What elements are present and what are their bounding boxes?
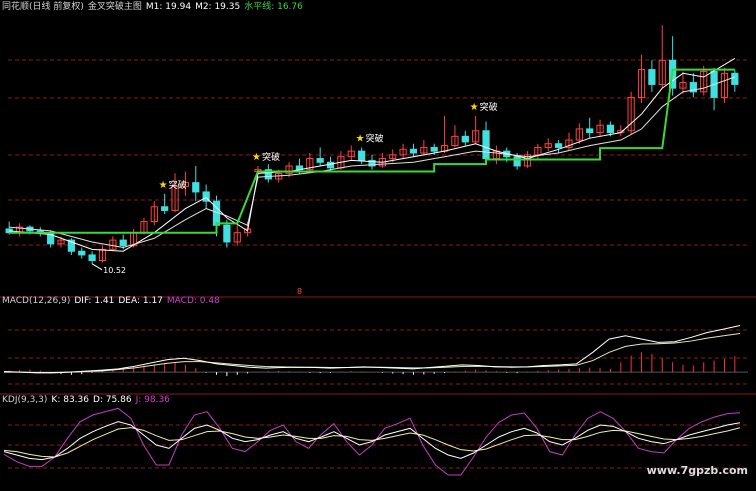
dif-line bbox=[3, 325, 741, 374]
macd-header: MACD(12,26,9) DIF: 1.41 DEA: 1.17 MACD: 0.4… bbox=[2, 296, 224, 307]
macd-title: MACD(12,26,9) bbox=[2, 296, 71, 306]
low-pointer bbox=[91, 263, 103, 271]
candle-down bbox=[731, 72, 739, 85]
candle-down bbox=[606, 124, 615, 134]
m1-value: M1: 19.94 bbox=[145, 2, 192, 12]
watermark: www.7gpzb.com bbox=[646, 464, 748, 477]
chart-stage: ★ 突破 ★ 突破 ★ 突破 ★ 突破 10.52 8 同花顺(日线 前复权) 金叉突破主图 M1: … bbox=[0, 0, 756, 487]
dea-value: DEA: 1.17 bbox=[118, 296, 163, 306]
d-value: D: 75.86 bbox=[92, 395, 132, 405]
breakout-label: 突破 bbox=[480, 101, 498, 113]
candle-down bbox=[161, 206, 169, 211]
candle-down bbox=[586, 128, 594, 134]
k-value: K: 83.36 bbox=[51, 395, 89, 405]
stock-chart: ★ 突破★ 突破★ 突破★ 突破10.528 bbox=[0, 25, 756, 476]
candle-down bbox=[513, 156, 521, 167]
macd-value: MACD: 0.48 bbox=[166, 296, 220, 306]
breakout-star-icon: ★ bbox=[159, 180, 168, 191]
breakout-star-icon: ★ bbox=[356, 133, 365, 144]
low-annotation: 10.52 bbox=[103, 266, 126, 275]
candle-down bbox=[316, 158, 324, 163]
candle-down bbox=[358, 150, 366, 161]
candle-down bbox=[192, 182, 200, 193]
level-line bbox=[9, 68, 735, 234]
mid-marker: 8 bbox=[297, 287, 302, 296]
candle-down bbox=[119, 239, 127, 247]
main-header: 同花顺(日线 前复权) 金叉突破主图 M1: 19.94 M2: 19.35 水平线: … bbox=[2, 2, 307, 13]
kdj-title: KDJ(9,3,3) bbox=[2, 395, 48, 405]
candle-down bbox=[461, 135, 469, 143]
candle-down bbox=[648, 69, 656, 85]
breakout-label: 突破 bbox=[262, 151, 280, 163]
dea-line bbox=[4, 332, 741, 373]
candle-down bbox=[482, 130, 490, 160]
main-title: 同花顺(日线 前复权) bbox=[2, 2, 84, 12]
breakout-label: 突破 bbox=[366, 132, 384, 144]
candle-down bbox=[409, 148, 418, 154]
candle-down bbox=[430, 146, 438, 152]
dif-value: DIF: 1.41 bbox=[74, 296, 115, 306]
level-value: 水平线: 16.76 bbox=[244, 2, 303, 12]
breakout-star-icon: ★ bbox=[470, 102, 479, 113]
kdj-header: KDJ(9,3,3) K: 83.36 D: 75.86 J: 98.36 bbox=[2, 395, 174, 406]
d-line bbox=[3, 427, 741, 458]
candle-down bbox=[326, 161, 335, 169]
breakout-label: 突破 bbox=[169, 179, 187, 191]
candle-down bbox=[78, 250, 86, 256]
m2-value: M2: 19.35 bbox=[195, 2, 241, 12]
indicator-name: 金叉突破主图 bbox=[87, 2, 142, 12]
j-value: J: 98.36 bbox=[135, 395, 170, 405]
candle-down bbox=[88, 254, 96, 261]
breakout-star-icon: ★ bbox=[252, 152, 261, 163]
candle-down bbox=[223, 224, 231, 243]
candle-down bbox=[554, 143, 563, 148]
